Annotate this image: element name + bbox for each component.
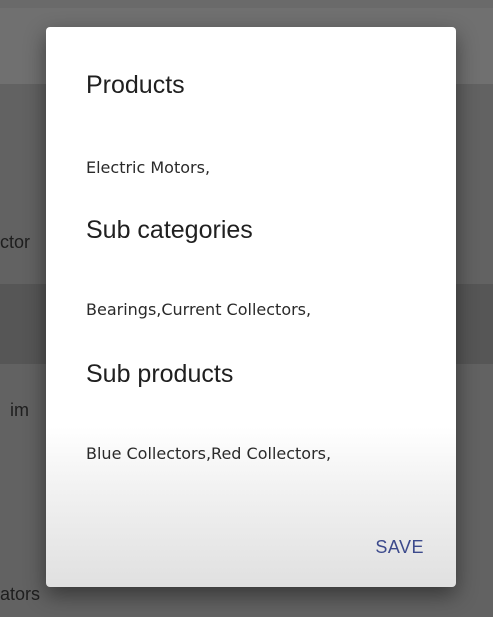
- product-selection-dialog: Products Electric Motors, Sub categories…: [46, 27, 456, 587]
- screen: ctor im ators Products Electric Motors, …: [0, 0, 493, 617]
- save-button[interactable]: SAVE: [375, 537, 424, 558]
- background-status-bar: [0, 0, 493, 8]
- products-value: Electric Motors,: [86, 158, 211, 177]
- background-text-fragment: im: [10, 400, 29, 420]
- sub-categories-value: Bearings,Current Collectors,: [86, 300, 312, 319]
- products-heading: Products: [86, 71, 185, 99]
- background-text-fragment: ctor: [0, 232, 31, 252]
- sub-products-value: Blue Collectors,Red Collectors,: [86, 444, 332, 463]
- sub-products-heading: Sub products: [86, 360, 234, 388]
- sub-categories-heading: Sub categories: [86, 216, 253, 244]
- background-text-fragment: ators: [0, 584, 41, 604]
